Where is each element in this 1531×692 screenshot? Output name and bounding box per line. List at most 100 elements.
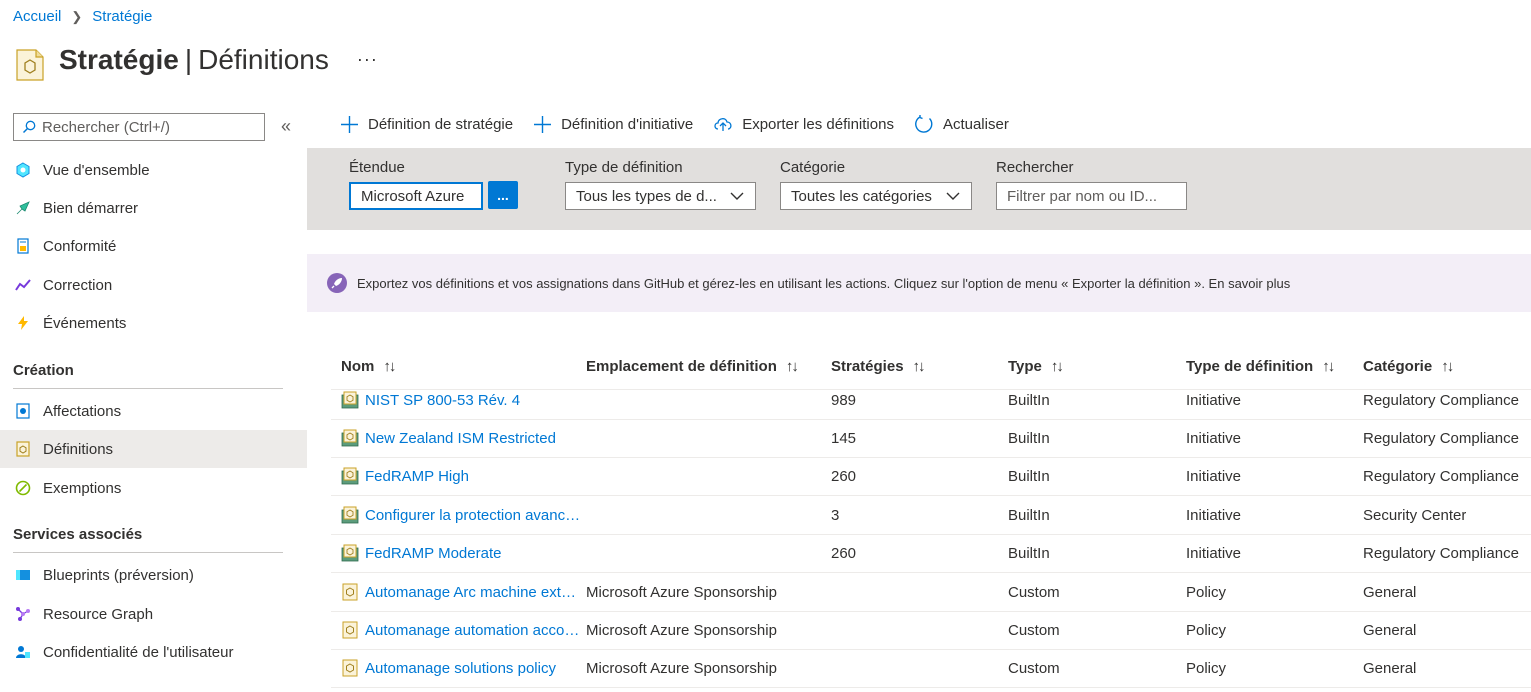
definition-type: Initiative bbox=[1186, 545, 1242, 562]
initiative-icon bbox=[341, 429, 359, 447]
user-privacy-icon bbox=[14, 643, 32, 661]
export-definitions-button[interactable]: Exporter les définitions bbox=[713, 115, 894, 133]
definition-source-type: BuiltIn bbox=[1008, 545, 1050, 562]
category-dropdown[interactable]: Toutes les catégories bbox=[780, 182, 972, 210]
resource-graph-icon bbox=[14, 605, 32, 623]
definition-name-link[interactable]: Automanage solutions policy bbox=[341, 659, 581, 677]
policy-count: 260 bbox=[831, 468, 857, 485]
assignments-icon bbox=[14, 402, 32, 420]
sort-icon[interactable]: ↑↓ bbox=[383, 358, 396, 375]
sidebar-item-compliance[interactable]: Conformité bbox=[0, 227, 307, 265]
scope-picker-button[interactable]: ... bbox=[488, 181, 518, 209]
sidebar-item-definitions[interactable]: Définitions bbox=[0, 430, 307, 468]
more-options-button[interactable]: ··· bbox=[357, 49, 378, 70]
plus-icon bbox=[534, 115, 552, 133]
sidebar-item-user-privacy[interactable]: Confidentialité de l'utilisateur bbox=[0, 633, 307, 671]
definition-type: Initiative bbox=[1186, 430, 1242, 447]
search-label: Rechercher bbox=[996, 159, 1074, 176]
plus-icon bbox=[341, 115, 358, 133]
definition-location: Microsoft Azure Sponsorship bbox=[586, 660, 777, 677]
table-row[interactable]: FedRAMP Moderate 260 BuiltIn Initiative Regu… bbox=[331, 535, 1531, 573]
sort-icon[interactable]: ↑↓ bbox=[786, 358, 799, 375]
definition-category: General bbox=[1363, 584, 1417, 601]
definition-type: Initiative bbox=[1186, 507, 1242, 524]
definition-source-type: Custom bbox=[1008, 622, 1060, 639]
definition-location: Microsoft Azure Sponsorship bbox=[586, 584, 777, 601]
definition-name-link[interactable]: Automanage automation account policy bbox=[341, 621, 581, 639]
definition-source-type: BuiltIn bbox=[1008, 507, 1050, 524]
policy-icon bbox=[342, 621, 358, 639]
definition-category: Regulatory Compliance bbox=[1363, 468, 1519, 485]
initiative-icon bbox=[341, 544, 359, 562]
table-row[interactable]: FedRAMP High 260 BuiltIn Initiative Regulato… bbox=[331, 458, 1531, 496]
definition-source-type: Custom bbox=[1008, 584, 1060, 601]
column-header-category[interactable]: Catégorie ↑↓ bbox=[1363, 358, 1454, 375]
definition-name-link[interactable]: New Zealand ISM Restricted bbox=[341, 429, 581, 447]
chevron-down-icon bbox=[946, 192, 960, 200]
definition-category: General bbox=[1363, 660, 1417, 677]
initiative-icon bbox=[341, 391, 359, 409]
sort-icon[interactable]: ↑↓ bbox=[1441, 358, 1454, 375]
column-header-name[interactable]: Nom ↑↓ bbox=[341, 358, 396, 375]
table-row[interactable]: Automanage solutions policy Microsoft Azu… bbox=[331, 650, 1531, 688]
column-header-policies[interactable]: Stratégies ↑↓ bbox=[831, 358, 926, 375]
table-row[interactable]: Configurer la protection avancée contre … bbox=[331, 497, 1531, 535]
banner-text[interactable]: Exportez vos définitions et vos assignat… bbox=[357, 276, 1290, 291]
definition-type: Policy bbox=[1186, 584, 1227, 601]
definition-type-label: Type de définition bbox=[565, 159, 683, 176]
sidebar-item-blueprints[interactable]: Blueprints (préversion) bbox=[0, 556, 307, 594]
table-row[interactable]: Automanage automation account policy Micr… bbox=[331, 612, 1531, 650]
sort-icon[interactable]: ↑↓ bbox=[913, 358, 926, 375]
breadcrumb-home-link[interactable]: Accueil bbox=[13, 8, 61, 25]
chevron-right-icon: ❯ bbox=[71, 8, 83, 24]
column-header-location[interactable]: Emplacement de définition ↑↓ bbox=[586, 358, 799, 375]
sidebar-section-creation: Création bbox=[13, 362, 283, 389]
remediation-icon bbox=[14, 276, 32, 294]
filter-panel: Étendue Microsoft Azure ... Type de défi… bbox=[307, 148, 1531, 230]
policy-icon bbox=[342, 583, 358, 601]
table-row[interactable]: NIST SP 800-53 Rév. 4 989 BuiltIn Initiativ… bbox=[331, 382, 1531, 420]
sidebar-item-resource-graph[interactable]: Resource Graph bbox=[0, 595, 307, 633]
collapse-sidebar-button[interactable]: « bbox=[281, 116, 291, 137]
compliance-icon bbox=[14, 237, 32, 255]
definition-name-link[interactable]: NIST SP 800-53 Rév. 4 bbox=[341, 391, 581, 409]
sidebar-item-remediation[interactable]: Correction bbox=[0, 266, 307, 304]
sidebar-item-events[interactable]: Événements bbox=[0, 304, 307, 342]
initiative-icon bbox=[341, 467, 359, 485]
sidebar-item-overview[interactable]: Vue d'ensemble bbox=[0, 151, 307, 189]
definition-category: Regulatory Compliance bbox=[1363, 392, 1519, 409]
new-initiative-definition-button[interactable]: Définition d'initiative bbox=[533, 115, 693, 134]
definition-type: Policy bbox=[1186, 622, 1227, 639]
policy-count: 145 bbox=[831, 430, 857, 447]
column-header-type[interactable]: Type ↑↓ bbox=[1008, 358, 1064, 375]
column-header-definition-type[interactable]: Type de définition ↑↓ bbox=[1186, 358, 1335, 375]
sidebar-item-getting-started[interactable]: Bien démarrer bbox=[0, 189, 307, 227]
page-header: Stratégie | Définitions ··· bbox=[14, 38, 378, 82]
scope-input[interactable]: Microsoft Azure bbox=[349, 182, 483, 210]
breadcrumb-policy-link[interactable]: Stratégie bbox=[92, 8, 152, 25]
overview-icon bbox=[14, 161, 32, 179]
initiative-icon bbox=[341, 506, 359, 524]
exemptions-icon bbox=[14, 479, 32, 497]
search-filter: Rechercher Filtrer par nom ou ID... bbox=[996, 159, 1187, 210]
definition-category: Regulatory Compliance bbox=[1363, 545, 1519, 562]
table-row[interactable]: New Zealand ISM Restricted 145 BuiltIn Init… bbox=[331, 420, 1531, 458]
sort-icon[interactable]: ↑↓ bbox=[1322, 358, 1335, 375]
definition-name-link[interactable]: Automanage Arc machine extension policy bbox=[341, 583, 581, 601]
new-policy-definition-button[interactable]: Définition de stratégie bbox=[340, 115, 513, 134]
policy-count: 260 bbox=[831, 545, 857, 562]
definition-name-link[interactable]: FedRAMP High bbox=[341, 467, 581, 485]
sidebar-search-input[interactable]: Rechercher (Ctrl+/) bbox=[13, 113, 265, 141]
definition-type-dropdown[interactable]: Tous les types de d... bbox=[565, 182, 756, 210]
sidebar-item-exemptions[interactable]: Exemptions bbox=[0, 469, 307, 507]
filter-search-input[interactable]: Filtrer par nom ou ID... bbox=[996, 182, 1187, 210]
table-row[interactable]: Automanage Arc machine extension policy M… bbox=[331, 574, 1531, 612]
sidebar-item-assignments[interactable]: Affectations bbox=[0, 392, 307, 430]
definition-name-link[interactable]: Configurer la protection avancée contre … bbox=[341, 506, 581, 524]
definition-source-type: Custom bbox=[1008, 660, 1060, 677]
refresh-button[interactable]: Actualiser bbox=[914, 114, 1009, 134]
sort-icon[interactable]: ↑↓ bbox=[1051, 358, 1064, 375]
definition-source-type: BuiltIn bbox=[1008, 468, 1050, 485]
definition-name-link[interactable]: FedRAMP Moderate bbox=[341, 544, 581, 562]
search-icon bbox=[22, 120, 36, 134]
